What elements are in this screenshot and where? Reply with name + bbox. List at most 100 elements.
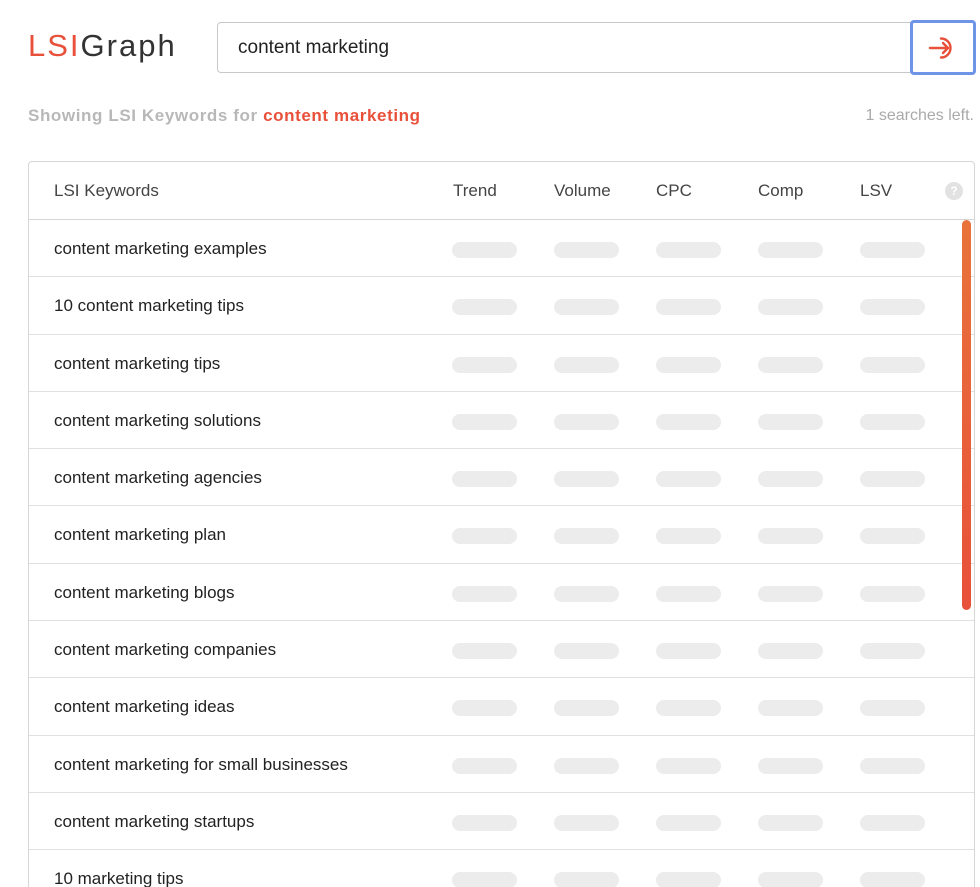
loading-placeholder <box>758 413 823 430</box>
loading-placeholder <box>758 814 823 831</box>
search-input[interactable] <box>218 23 908 72</box>
loading-placeholder <box>656 299 721 316</box>
loading-placeholder <box>656 471 721 488</box>
keyword-text[interactable]: content marketing tips <box>54 354 220 374</box>
keyword-text[interactable]: content marketing blogs <box>54 583 235 603</box>
loading-placeholder <box>554 643 619 660</box>
loading-placeholder <box>758 299 823 316</box>
loading-placeholder <box>860 471 925 488</box>
loading-placeholder <box>758 872 823 887</box>
loading-placeholder <box>656 413 721 430</box>
loading-placeholder <box>860 643 925 660</box>
loading-placeholder <box>758 757 823 774</box>
table-row[interactable]: content marketing companies <box>29 621 974 679</box>
table-row[interactable]: content marketing tips <box>29 335 974 392</box>
loading-placeholder <box>452 757 517 774</box>
scrollbar-thumb[interactable] <box>962 220 971 610</box>
loading-placeholder <box>554 872 619 887</box>
loading-placeholder <box>554 356 619 373</box>
loading-placeholder <box>452 356 517 373</box>
table-row[interactable]: 10 marketing tips <box>29 850 974 887</box>
loading-placeholder <box>860 299 925 316</box>
table-row[interactable]: content marketing startups <box>29 793 974 851</box>
loading-placeholder <box>860 700 925 717</box>
col-trend[interactable]: Trend <box>453 181 497 201</box>
keyword-text[interactable]: content marketing ideas <box>54 697 235 717</box>
results-heading: Showing LSI Keywords for content marketi… <box>28 106 421 126</box>
loading-placeholder <box>656 242 721 258</box>
loading-placeholder <box>452 872 517 887</box>
loading-placeholder <box>758 356 823 373</box>
loading-placeholder <box>860 242 925 258</box>
loading-placeholder <box>452 700 517 717</box>
keyword-text[interactable]: 10 marketing tips <box>54 869 183 887</box>
keyword-text[interactable]: content marketing for small businesses <box>54 755 348 775</box>
col-cpc[interactable]: CPC <box>656 181 692 201</box>
loading-placeholder <box>758 643 823 660</box>
table-row[interactable]: content marketing examples <box>29 220 974 278</box>
loading-placeholder <box>758 528 823 545</box>
col-volume[interactable]: Volume <box>554 181 611 201</box>
keyword-text[interactable]: content marketing companies <box>54 640 276 660</box>
loading-placeholder <box>860 356 925 373</box>
loading-placeholder <box>758 471 823 488</box>
loading-placeholder <box>452 528 517 545</box>
loading-placeholder <box>452 413 517 430</box>
loading-placeholder <box>554 413 619 430</box>
table-row[interactable]: 10 content marketing tips <box>29 277 974 335</box>
help-icon[interactable]: ? <box>945 182 963 200</box>
loading-placeholder <box>554 700 619 717</box>
keyword-text[interactable]: content marketing startups <box>54 812 254 832</box>
keyword-text[interactable]: 10 content marketing tips <box>54 296 244 316</box>
keyword-text[interactable]: content marketing plan <box>54 525 226 545</box>
loading-placeholder <box>656 356 721 373</box>
search-box <box>217 22 958 73</box>
loading-placeholder <box>656 814 721 831</box>
col-lsi-keywords[interactable]: LSI Keywords <box>54 181 159 201</box>
loading-placeholder <box>452 585 517 602</box>
logo[interactable]: LSIGraph <box>28 26 177 66</box>
loading-placeholder <box>452 814 517 831</box>
loading-placeholder <box>656 872 721 887</box>
search-button[interactable] <box>910 20 976 75</box>
table-header: LSI Keywords Trend Volume CPC Comp LSV ? <box>29 162 974 220</box>
logo-lsi: LSI <box>28 28 81 63</box>
table-row[interactable]: content marketing plan <box>29 506 974 564</box>
col-comp[interactable]: Comp <box>758 181 803 201</box>
loading-placeholder <box>452 471 517 488</box>
loading-placeholder <box>860 814 925 831</box>
loading-placeholder <box>758 585 823 602</box>
loading-placeholder <box>452 242 517 258</box>
searches-left: 1 searches left. <box>865 107 975 124</box>
loading-placeholder <box>554 242 619 258</box>
loading-placeholder <box>554 299 619 316</box>
keyword-text[interactable]: content marketing solutions <box>54 411 261 431</box>
loading-placeholder <box>860 585 925 602</box>
table-row[interactable]: content marketing blogs <box>29 564 974 622</box>
table-row[interactable]: content marketing for small businesses <box>29 736 974 793</box>
loading-placeholder <box>758 700 823 717</box>
loading-placeholder <box>860 757 925 774</box>
col-lsv[interactable]: LSV <box>860 181 892 201</box>
table-row[interactable]: content marketing ideas <box>29 678 974 736</box>
results-prefix: Showing LSI Keywords for <box>28 106 258 125</box>
loading-placeholder <box>860 872 925 887</box>
loading-placeholder <box>554 471 619 488</box>
loading-placeholder <box>758 242 823 258</box>
loading-placeholder <box>656 757 721 774</box>
table-row[interactable]: content marketing agencies <box>29 449 974 507</box>
loading-placeholder <box>452 299 517 316</box>
table-row[interactable]: content marketing solutions <box>29 392 974 450</box>
loading-placeholder <box>656 643 721 660</box>
results-keyword: content marketing <box>263 106 421 125</box>
loading-placeholder <box>554 757 619 774</box>
loading-placeholder <box>554 528 619 545</box>
loading-placeholder <box>860 528 925 545</box>
loading-placeholder <box>452 643 517 660</box>
loading-placeholder <box>860 413 925 430</box>
keyword-text[interactable]: content marketing examples <box>54 239 267 259</box>
loading-placeholder <box>656 528 721 545</box>
keyword-text[interactable]: content marketing agencies <box>54 468 262 488</box>
logo-graph: Graph <box>80 28 177 63</box>
loading-placeholder <box>656 585 721 602</box>
